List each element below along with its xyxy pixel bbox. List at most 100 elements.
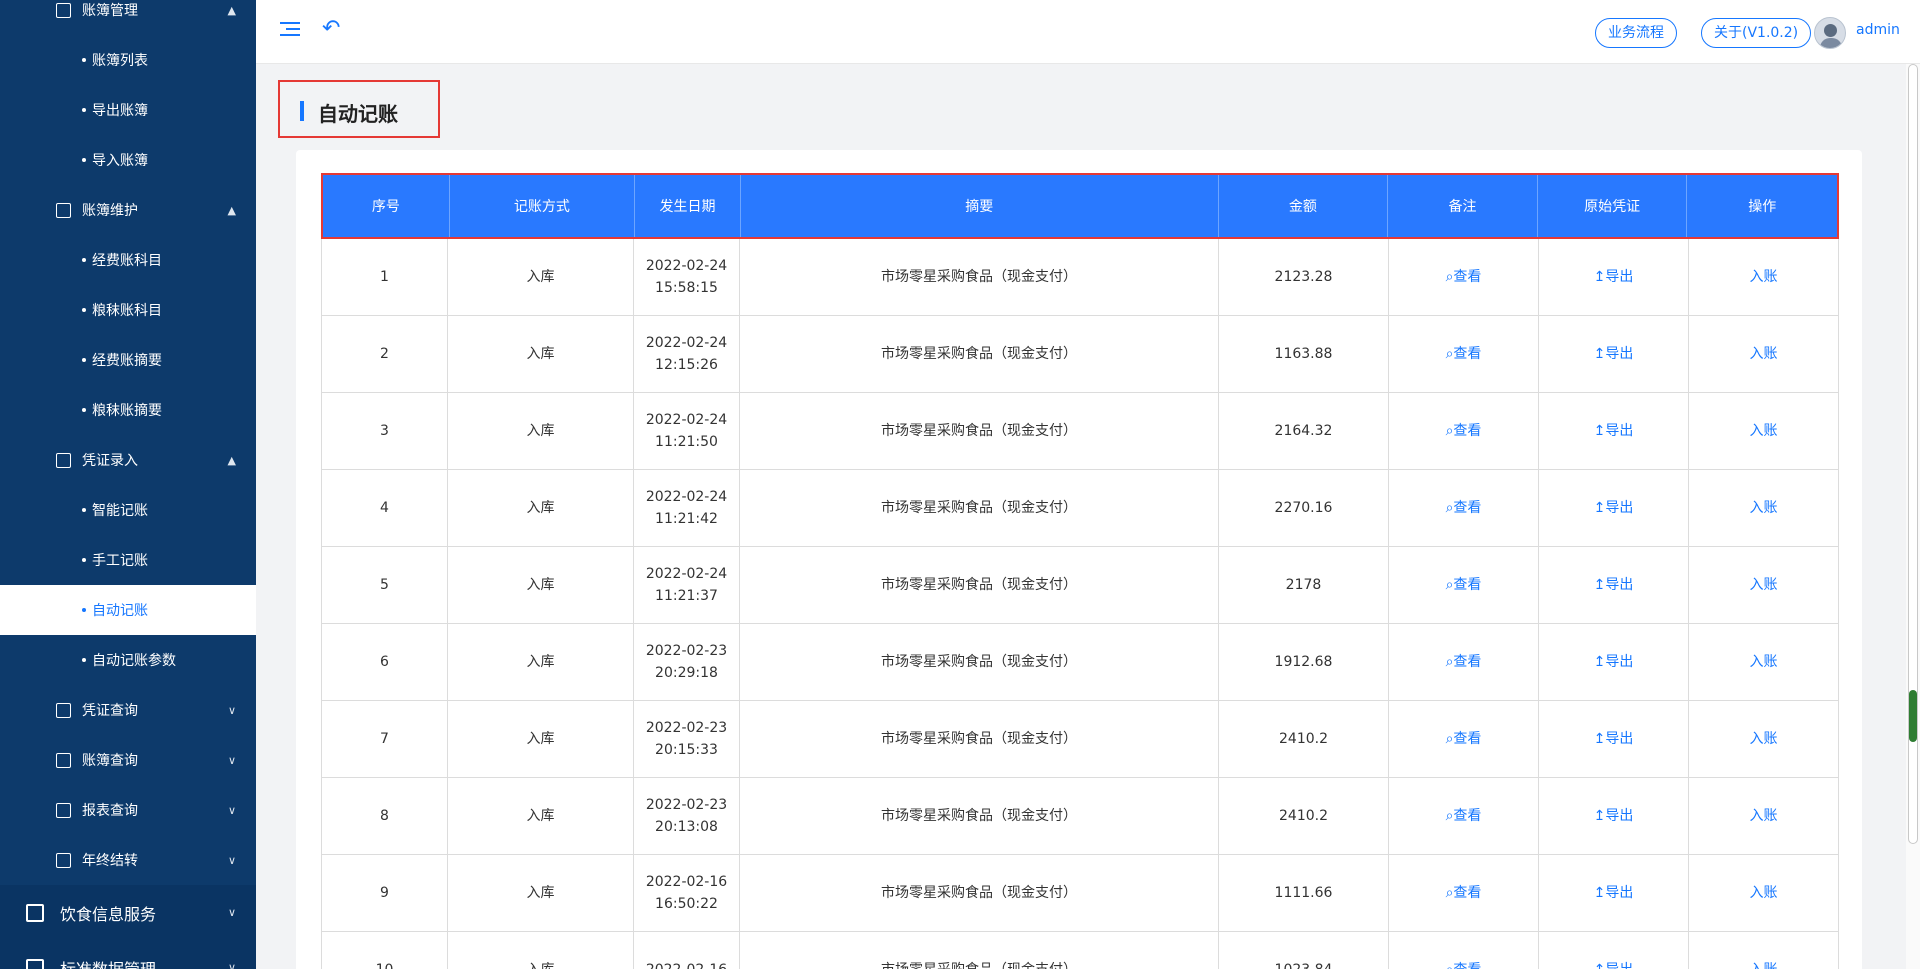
sidebar-item-13[interactable]: 自动记账参数	[0, 635, 256, 685]
sidebar-item-label: 智能记账	[92, 503, 148, 519]
export-link[interactable]: ↥导出	[1594, 343, 1634, 365]
bullet-icon	[82, 658, 86, 662]
date-text: 2022-02-16	[645, 874, 728, 890]
cell-amount: 1912.68	[1219, 624, 1389, 700]
sidebar-item-2[interactable]: 导出账簿	[0, 85, 256, 135]
time-text: 15:58:15	[655, 280, 718, 296]
bullet-icon	[82, 308, 86, 312]
export-icon: ↥	[1593, 731, 1606, 747]
date-text: 2022-02-16	[646, 959, 727, 969]
time-text: 20:15:33	[655, 742, 718, 758]
cell-amount: 1023.84	[1219, 932, 1389, 969]
back-arrow-icon[interactable]: ↶	[322, 16, 340, 41]
cell-summary: 市场零星采购食品（现金支付）	[740, 932, 1219, 969]
bullet-icon	[82, 58, 86, 62]
cell-amount: 2164.32	[1219, 393, 1389, 469]
table-row: 7 入库 2022-02-23 20:15:33 市场零星采购食品（现金支付） 2410.…	[321, 701, 1839, 778]
export-link[interactable]: ↥导出	[1594, 728, 1634, 750]
sidebar-item-10[interactable]: 智能记账	[0, 485, 256, 535]
post-entry-link[interactable]: 入账	[1750, 959, 1778, 969]
cell-amount: 2410.2	[1219, 778, 1389, 854]
menu-collapse-icon[interactable]	[280, 22, 300, 40]
export-link[interactable]: ↥导出	[1594, 959, 1634, 969]
view-link[interactable]: ⌕查看	[1446, 651, 1482, 673]
view-link[interactable]: ⌕查看	[1446, 882, 1482, 904]
export-link[interactable]: ↥导出	[1594, 882, 1634, 904]
cell-voucher: ↥导出	[1539, 547, 1689, 623]
view-label: 查看	[1453, 269, 1482, 285]
sidebar-item-3[interactable]: 导入账簿	[0, 135, 256, 185]
sidebar-item-7[interactable]: 经费账摘要	[0, 335, 256, 385]
export-link[interactable]: ↥导出	[1594, 266, 1634, 288]
cell-method: 入库	[448, 547, 634, 623]
post-entry-link[interactable]: 入账	[1750, 343, 1778, 365]
cell-date: 2022-02-16 16:50:22	[634, 855, 740, 931]
view-link[interactable]: ⌕查看	[1446, 805, 1482, 827]
cell-method: 入库	[448, 701, 634, 777]
sidebar-group-17[interactable]: 年终结转 ∨	[0, 835, 256, 885]
business-flow-button[interactable]: 业务流程	[1595, 18, 1677, 48]
sidebar-group-0[interactable]: 账簿管理 ▲	[0, 0, 256, 35]
view-link[interactable]: ⌕查看	[1446, 959, 1482, 969]
cell-action: 入账	[1689, 778, 1839, 854]
export-link[interactable]: ↥导出	[1594, 805, 1634, 827]
chevron-down-icon: ∨	[227, 703, 236, 717]
sidebar-top-19[interactable]: 标准数据管理 ∨	[0, 940, 256, 969]
sidebar-item-label: 经费账科目	[92, 253, 162, 269]
time-text: 16:50:22	[655, 896, 718, 912]
cell-amount: 2178	[1219, 547, 1389, 623]
bullet-icon	[82, 558, 86, 562]
about-button[interactable]: 关于(V1.0.2)	[1701, 18, 1812, 48]
date-text: 2022-02-23	[645, 797, 728, 813]
avatar[interactable]	[1814, 17, 1846, 49]
post-entry-link[interactable]: 入账	[1750, 728, 1778, 750]
sidebar-item-6[interactable]: 粮秣账科目	[0, 285, 256, 335]
view-link[interactable]: ⌕查看	[1446, 266, 1482, 288]
export-label: 导出	[1605, 962, 1633, 969]
bullet-icon	[82, 358, 86, 362]
table-row: 9 入库 2022-02-16 16:50:22 市场零星采购食品（现金支付） 1111.…	[321, 855, 1839, 932]
export-link[interactable]: ↥导出	[1594, 420, 1634, 442]
sidebar-item-12[interactable]: 自动记账	[0, 585, 256, 635]
sidebar-item-1[interactable]: 账簿列表	[0, 35, 256, 85]
cell-method: 入库	[448, 239, 634, 315]
cell-date: 2022-02-23 20:13:08	[634, 778, 740, 854]
table-row: 1 入库 2022-02-24 15:58:15 市场零星采购食品（现金支付） 2123.…	[321, 239, 1839, 316]
post-entry-link[interactable]: 入账	[1750, 805, 1778, 827]
post-entry-link[interactable]: 入账	[1750, 882, 1778, 904]
view-link[interactable]: ⌕查看	[1446, 728, 1482, 750]
cell-summary: 市场零星采购食品（现金支付）	[740, 316, 1219, 392]
sidebar-group-9[interactable]: 凭证录入 ▲	[0, 435, 256, 485]
view-link[interactable]: ⌕查看	[1446, 574, 1482, 596]
export-label: 导出	[1605, 346, 1634, 362]
view-label: 查看	[1453, 962, 1481, 969]
cell-action: 入账	[1689, 547, 1839, 623]
post-entry-link[interactable]: 入账	[1750, 651, 1778, 673]
chevron-down-icon: ∨	[227, 961, 236, 969]
sidebar-group-4[interactable]: 账簿维护 ▲	[0, 185, 256, 235]
view-link[interactable]: ⌕查看	[1446, 497, 1482, 519]
export-link[interactable]: ↥导出	[1594, 574, 1634, 596]
sidebar-item-label: 导出账簿	[92, 103, 148, 119]
view-link[interactable]: ⌕查看	[1446, 420, 1482, 442]
view-link[interactable]: ⌕查看	[1446, 343, 1482, 365]
sidebar-group-14[interactable]: 凭证查询 ∨	[0, 685, 256, 735]
top-header: ↶ 业务流程 关于(V1.0.2) admin	[256, 0, 1920, 64]
sidebar-item-8[interactable]: 粮秣账摘要	[0, 385, 256, 435]
sidebar-group-16[interactable]: 报表查询 ∨	[0, 785, 256, 835]
export-link[interactable]: ↥导出	[1594, 651, 1634, 673]
post-entry-link[interactable]: 入账	[1750, 420, 1778, 442]
post-entry-link[interactable]: 入账	[1750, 497, 1778, 519]
post-entry-link[interactable]: 入账	[1750, 574, 1778, 596]
cell-remark: ⌕查看	[1389, 239, 1539, 315]
username-label[interactable]: admin	[1856, 22, 1900, 38]
cell-amount: 2123.28	[1219, 239, 1389, 315]
post-entry-link[interactable]: 入账	[1750, 266, 1778, 288]
sidebar-group-15[interactable]: 账簿查询 ∨	[0, 735, 256, 785]
sidebar-item-5[interactable]: 经费账科目	[0, 235, 256, 285]
sidebar-top-18[interactable]: 饮食信息服务 ∨	[0, 885, 256, 940]
sidebar-item-11[interactable]: 手工记账	[0, 535, 256, 585]
cell-summary: 市场零星采购食品（现金支付）	[740, 855, 1219, 931]
sidebar-item-label: 粮秣账摘要	[92, 403, 162, 419]
export-link[interactable]: ↥导出	[1594, 497, 1634, 519]
